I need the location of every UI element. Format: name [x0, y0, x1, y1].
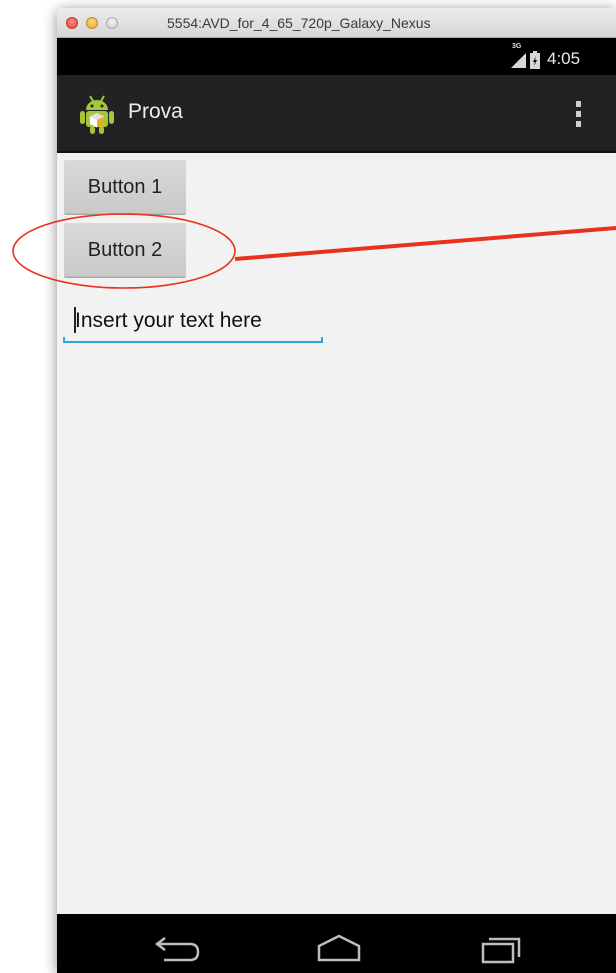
overflow-menu-icon[interactable] — [569, 99, 589, 129]
back-icon[interactable] — [146, 932, 202, 968]
zoom-window-button[interactable] — [106, 17, 118, 29]
recents-icon[interactable] — [475, 932, 531, 968]
window-title: 5554:AVD_for_4_65_720p_Galaxy_Nexus — [167, 15, 431, 31]
signal-strength-icon — [511, 53, 526, 68]
text-input-left-tick — [63, 337, 65, 343]
android-nav-bar — [57, 914, 616, 973]
button-2[interactable]: Button 2 — [64, 223, 186, 277]
minimize-window-button[interactable] — [86, 17, 98, 29]
text-input-right-tick — [321, 337, 323, 343]
text-input-value: Insert your text here — [75, 309, 262, 332]
text-input-underline — [63, 341, 323, 343]
home-icon[interactable] — [311, 932, 367, 968]
close-window-button[interactable] — [66, 17, 78, 29]
action-bar: Prova — [57, 75, 616, 153]
button-1[interactable]: Button 1 — [64, 160, 186, 214]
network-type-label: 3G — [512, 43, 522, 50]
emulator-window: 5554:AVD_for_4_65_720p_Galaxy_Nexus 3G 4… — [57, 8, 616, 973]
activity-content: Button 1 Button 2 Insert your text here — [57, 153, 616, 914]
android-robot-icon[interactable] — [79, 93, 115, 135]
battery-icon — [530, 51, 540, 69]
android-status-bar: 3G 4:05 — [57, 38, 616, 75]
window-titlebar: 5554:AVD_for_4_65_720p_Galaxy_Nexus — [57, 8, 616, 38]
app-title: Prova — [128, 100, 183, 123]
clock: 4:05 — [547, 49, 581, 68]
text-input[interactable]: Insert your text here — [63, 299, 323, 343]
